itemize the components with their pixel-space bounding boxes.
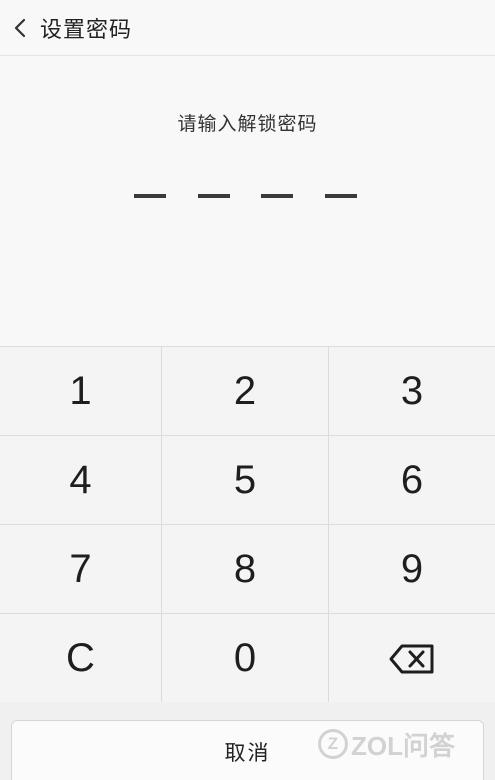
key-6[interactable]: 6 bbox=[329, 436, 495, 525]
key-9[interactable]: 9 bbox=[329, 525, 495, 614]
pin-slot-1 bbox=[134, 194, 166, 198]
key-4[interactable]: 4 bbox=[0, 436, 162, 525]
key-3[interactable]: 3 bbox=[329, 347, 495, 436]
numeric-keypad: 1 2 3 4 5 6 7 8 9 C 0 bbox=[0, 346, 495, 703]
header: 设置密码 bbox=[0, 0, 495, 56]
key-backspace[interactable] bbox=[329, 614, 495, 703]
pin-slot-3 bbox=[261, 194, 293, 198]
pin-slot-2 bbox=[198, 194, 230, 198]
pin-entry-area: 请输入解锁密码 bbox=[0, 57, 495, 345]
pin-prompt: 请输入解锁密码 bbox=[177, 113, 318, 135]
zol-logo-icon: Z bbox=[318, 729, 348, 759]
back-button[interactable] bbox=[2, 0, 38, 56]
watermark-text: ZOL问答 bbox=[351, 730, 455, 761]
key-0[interactable]: 0 bbox=[162, 614, 329, 703]
key-7[interactable]: 7 bbox=[0, 525, 162, 614]
key-clear[interactable]: C bbox=[0, 614, 162, 703]
key-1[interactable]: 1 bbox=[0, 347, 162, 436]
backspace-icon bbox=[389, 644, 434, 673]
watermark: Z ZOL问答 bbox=[318, 726, 455, 762]
key-8[interactable]: 8 bbox=[162, 525, 329, 614]
key-5[interactable]: 5 bbox=[162, 436, 329, 525]
page-title: 设置密码 bbox=[40, 17, 133, 43]
key-2[interactable]: 2 bbox=[162, 347, 329, 436]
pin-slot-4 bbox=[325, 194, 357, 198]
chevron-left-icon bbox=[14, 18, 26, 37]
